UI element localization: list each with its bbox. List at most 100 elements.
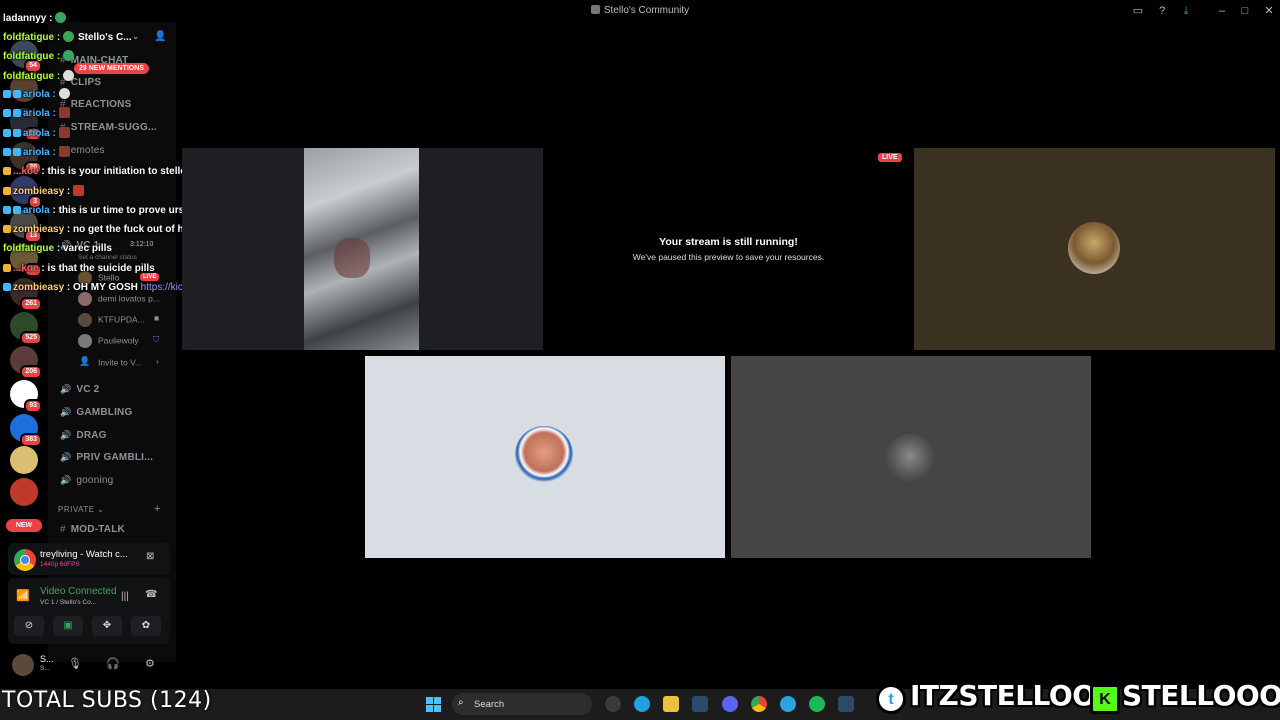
start-square [434, 697, 441, 704]
channel-vc2[interactable]: 🔊 VC 2 [60, 384, 99, 395]
stream-quality: 1440p 60FPS [40, 561, 80, 568]
server-icon[interactable]: 206 [10, 346, 42, 379]
chevron-right-icon[interactable]: › [156, 356, 159, 366]
channel-label: VC 2 [76, 384, 100, 395]
chat-text: varec pills [63, 243, 112, 254]
window-title-text: Stello's Community [603, 5, 690, 16]
emote-icon [63, 31, 74, 42]
help-icon[interactable]: ? [1155, 4, 1169, 18]
activities-button[interactable]: ✥ [92, 616, 122, 636]
minimize-button[interactable]: – [1215, 4, 1229, 18]
chat-message: ...koe : is that the suicide pills [3, 263, 155, 274]
emote-icon [58, 127, 70, 138]
add-member-icon[interactable]: 👤 [154, 31, 166, 42]
stop-stream-icon[interactable]: ⊠ [146, 551, 154, 562]
invite-icon: 👤 [79, 356, 91, 366]
channel-mod-talk[interactable]: # MOD-TALK [60, 524, 125, 535]
server-icon[interactable]: 93 [10, 380, 42, 413]
chat-message: ariola : [3, 107, 70, 119]
noise-suppression-icon[interactable]: ||| [121, 591, 129, 602]
video-tile-user[interactable] [731, 356, 1091, 558]
server-icon[interactable] [10, 446, 38, 474]
maximize-button[interactable]: □ [1238, 4, 1252, 18]
channel-drag[interactable]: 🔊 DRAG [60, 430, 107, 441]
add-channel-icon[interactable]: + [154, 503, 160, 515]
user-name[interactable]: S... [40, 654, 54, 664]
mention-badge: 206 [20, 365, 42, 379]
video-tile-paused[interactable]: Your stream is still running! We've paus… [548, 148, 909, 350]
server-icon[interactable] [10, 478, 38, 506]
server-icon[interactable]: 525 [10, 312, 42, 345]
channel-priv-gambling[interactable]: 🔊 PRIV GAMBLI... [60, 452, 153, 463]
channel-gooning[interactable]: 🔊 gooning [60, 475, 113, 486]
emote-icon [63, 70, 74, 81]
avatar [78, 292, 92, 306]
video-tile-user[interactable] [365, 356, 725, 558]
steam-icon[interactable] [692, 696, 708, 712]
chevron-down-icon[interactable]: ⌄ [132, 31, 140, 42]
kick-icon: K [1090, 684, 1120, 714]
signal-icon[interactable]: 📶 [16, 589, 30, 602]
sub-badge-icon [3, 148, 11, 156]
voice-status[interactable]: Video Connected [40, 586, 117, 597]
camera-off-button[interactable]: ⊘ [14, 616, 44, 636]
video-tile-screenshare[interactable] [182, 148, 543, 350]
telegram-icon[interactable] [780, 696, 796, 712]
voice-location[interactable]: VC 1 / Stello's Co... [40, 599, 96, 606]
chrome-icon[interactable] [751, 696, 767, 712]
channel-label: CLIPS [70, 77, 102, 88]
voice-user-name: Pauliewoly [98, 335, 139, 346]
soundboard-button[interactable]: ✿ [131, 616, 161, 636]
voice-user[interactable]: demi lovatos p... [78, 292, 160, 306]
channel-reactions[interactable]: # REACTIONS [60, 99, 131, 110]
chat-username: foldfatigue [3, 51, 55, 62]
taskbar-search[interactable] [452, 693, 592, 715]
speaker-icon: 🔊 [60, 384, 72, 394]
chat-username: ariola [23, 89, 50, 100]
chat-text: OH MY GOSH [73, 282, 138, 293]
avatar [78, 313, 92, 327]
app-icon[interactable] [605, 696, 621, 712]
sub-badge-icon [13, 129, 21, 137]
discord-icon[interactable] [722, 696, 738, 712]
server-icon[interactable]: 383 [10, 414, 42, 447]
avatar[interactable] [12, 654, 34, 676]
windows-start-icon[interactable] [426, 697, 441, 712]
channel-label: GAMBLING [76, 407, 133, 418]
new-servers-pill[interactable]: NEW [6, 519, 42, 532]
spotify-icon[interactable] [809, 696, 825, 712]
speaker-icon: 🔊 [60, 407, 72, 417]
steam-icon[interactable] [838, 696, 854, 712]
settings-gear-icon[interactable]: ⚙ [145, 657, 155, 670]
file-explorer-icon[interactable] [663, 696, 679, 712]
mention-badge: 93 [24, 399, 42, 413]
sub-badge-icon [3, 225, 11, 233]
voice-user[interactable]: Pauliewoly [78, 334, 139, 348]
category-label: PRIVATE [58, 505, 95, 514]
close-button[interactable]: ✕ [1262, 4, 1276, 18]
video-tile-user[interactable] [914, 148, 1275, 350]
channel-gambling[interactable]: 🔊 GAMBLING [60, 407, 132, 418]
microphone-icon[interactable]: 🎙 [68, 657, 82, 670]
chrome-icon [14, 549, 36, 571]
channel-stream-suggestions[interactable]: #STREAM-SUGG... [60, 122, 157, 133]
chat-message: zombieasy : [3, 185, 85, 197]
category-private[interactable]: PRIVATE ⌄ [58, 505, 104, 514]
screen-share-button[interactable]: ▣ [53, 616, 83, 636]
voice-user[interactable]: KTFUPDA... [78, 313, 145, 327]
set-channel-status[interactable]: Set a channel status [78, 254, 137, 261]
download-icon[interactable]: ⤓ [1179, 4, 1193, 18]
live-badge: LIVE [878, 153, 902, 162]
server-name[interactable]: Stello's C... [78, 32, 132, 43]
camera-icon: ■ [154, 313, 160, 323]
shield-icon: ⛉ [153, 334, 160, 344]
live-badge: LIVE [140, 273, 160, 281]
paused-subtitle: We've paused this preview to save your r… [632, 252, 825, 262]
disconnect-icon[interactable]: ☎ [145, 589, 157, 600]
inbox-icon[interactable]: ▭ [1131, 4, 1145, 18]
total-subs-overlay: TOTAL SUBS (124) [2, 688, 212, 713]
search-label: Search [474, 699, 505, 710]
edge-icon[interactable] [634, 696, 650, 712]
invite-to-voice[interactable]: 👤 Invite to V... [78, 356, 142, 370]
headphones-icon[interactable]: 🎧 [106, 657, 120, 670]
